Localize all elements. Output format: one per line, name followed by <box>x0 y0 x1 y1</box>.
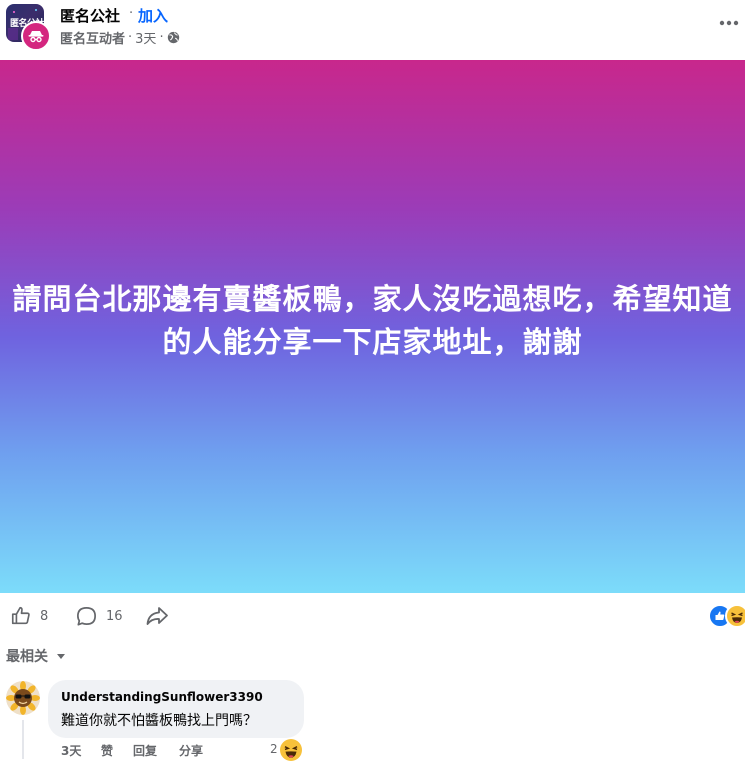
comment-icon <box>77 606 96 626</box>
more-options-button[interactable] <box>714 10 744 36</box>
comment-sort-dropdown[interactable]: 最相关 <box>6 646 66 666</box>
comment-like-button[interactable]: 赞 <box>101 742 113 759</box>
post-background-banner: 請問台北那邊有賣醬板鴨，家人沒吃過想吃，希望知道的人能分享一下店家地址，謝謝 <box>0 60 745 593</box>
action-bar: 8 16 <box>0 598 745 634</box>
post-text: 請問台北那邊有賣醬板鴨，家人沒吃過想吃，希望知道的人能分享一下店家地址，謝謝 <box>12 281 733 359</box>
anonymous-badge-icon <box>21 21 51 51</box>
haha-reaction-icon <box>725 604 745 628</box>
like-count: 8 <box>40 608 49 624</box>
post-meta: 匿名互动者 · 3天 · <box>60 28 180 47</box>
share-icon <box>146 607 168 625</box>
haha-reaction-icon[interactable] <box>280 739 302 761</box>
group-name-link[interactable]: 匿名公社 <box>60 5 120 26</box>
comment-author-name[interactable]: UnderstandingSunflower3390 <box>61 690 263 704</box>
comment-share-button[interactable]: 分享 <box>179 742 203 759</box>
comment-bubble: UnderstandingSunflower3390 難道你就不怕醬板鴨找上門嗎… <box>48 680 304 738</box>
sort-label: 最相关 <box>6 649 48 665</box>
separator-dot: · <box>129 6 134 21</box>
comment-time[interactable]: 3天 <box>61 742 81 759</box>
more-horizontal-icon <box>719 20 739 26</box>
thread-line <box>22 720 24 759</box>
post-time[interactable]: 3天 <box>135 28 156 47</box>
like-button[interactable]: 8 <box>10 598 48 634</box>
post-header: 匿名公社 匿名公社 · 加入 匿名互动者 · 3天 · <box>0 0 745 58</box>
caret-down-icon <box>57 653 65 659</box>
thumbs-up-icon <box>11 606 30 625</box>
comment-reaction-count[interactable]: 2 <box>270 742 278 756</box>
comment-text: 難道你就不怕醬板鴨找上門嗎？ <box>61 713 257 729</box>
separator-dot: · <box>159 30 164 45</box>
commenter-avatar[interactable] <box>6 681 40 715</box>
join-group-button[interactable]: 加入 <box>138 5 168 26</box>
sunflower-avatar-icon <box>6 681 40 715</box>
author-name[interactable]: 匿名互动者 <box>60 28 125 47</box>
separator-dot: · <box>128 30 133 45</box>
share-button[interactable] <box>145 598 169 634</box>
globe-icon <box>167 31 179 44</box>
reaction-summary[interactable] <box>708 604 745 628</box>
comment-reply-button[interactable]: 回复 <box>133 742 157 759</box>
comment-button[interactable]: 16 <box>75 598 123 634</box>
comment-count: 16 <box>106 608 123 624</box>
